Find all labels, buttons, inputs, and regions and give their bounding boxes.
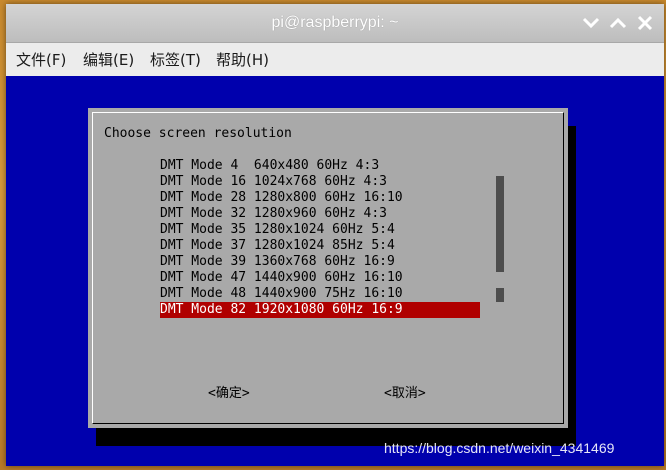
option-item[interactable]: DMT Mode 37 1280x1024 85Hz 5:4 <box>160 238 395 254</box>
watermark-text: https://blog.csdn.net/weixin_4341469 <box>384 440 615 456</box>
option-item[interactable]: DMT Mode 39 1360x768 60Hz 16:9 <box>160 254 395 270</box>
chevron-up-icon <box>609 17 627 29</box>
scrollbar-thumb[interactable] <box>496 176 504 272</box>
option-item[interactable]: DMT Mode 48 1440x900 75Hz 16:10 <box>160 286 403 302</box>
window-title: pi@raspberrypi: ~ <box>271 14 399 31</box>
option-item[interactable]: DMT Mode 4 640x480 60Hz 4:3 <box>160 158 379 174</box>
resolution-dialog: Choose screen resolution DMT Mode 4 640x… <box>88 108 568 428</box>
chevron-down-icon <box>582 17 600 29</box>
option-item[interactable]: DMT Mode 28 1280x800 60Hz 16:10 <box>160 190 403 206</box>
minimize-button[interactable] <box>578 10 604 36</box>
terminal-area[interactable]: Choose screen resolution DMT Mode 4 640x… <box>6 76 664 466</box>
option-item[interactable]: DMT Mode 32 1280x960 60Hz 4:3 <box>160 206 387 222</box>
menu-bar: 文件(F) 编辑(E) 标签(T) 帮助(H) <box>6 43 664 75</box>
option-item[interactable]: DMT Mode 47 1440x900 60Hz 16:10 <box>160 270 403 286</box>
option-item[interactable]: DMT Mode 35 1280x1024 60Hz 5:4 <box>160 222 395 238</box>
menu-edit[interactable]: 编辑(E) <box>83 49 134 70</box>
menu-file[interactable]: 文件(F) <box>16 49 66 70</box>
menu-tabs[interactable]: 标签(T) <box>150 49 201 70</box>
close-button[interactable] <box>632 10 658 36</box>
scrollbar-position-marker <box>496 288 504 302</box>
terminal-window: pi@raspberrypi: ~ 文件(F) 编辑(E) 标签(T) 帮助(H… <box>6 4 664 466</box>
menu-help[interactable]: 帮助(H) <box>216 49 269 70</box>
cancel-button[interactable]: <取消> <box>384 382 426 401</box>
title-bar[interactable]: pi@raspberrypi: ~ <box>6 4 664 43</box>
option-item-selected[interactable]: DMT Mode 82 1920x1080 60Hz 16:9 <box>160 302 480 318</box>
close-icon <box>637 15 653 31</box>
ok-button[interactable]: <确定> <box>208 382 250 401</box>
dialog-title: Choose screen resolution <box>104 126 292 141</box>
option-item[interactable]: DMT Mode 16 1024x768 60Hz 4:3 <box>160 174 387 190</box>
maximize-button[interactable] <box>605 10 631 36</box>
